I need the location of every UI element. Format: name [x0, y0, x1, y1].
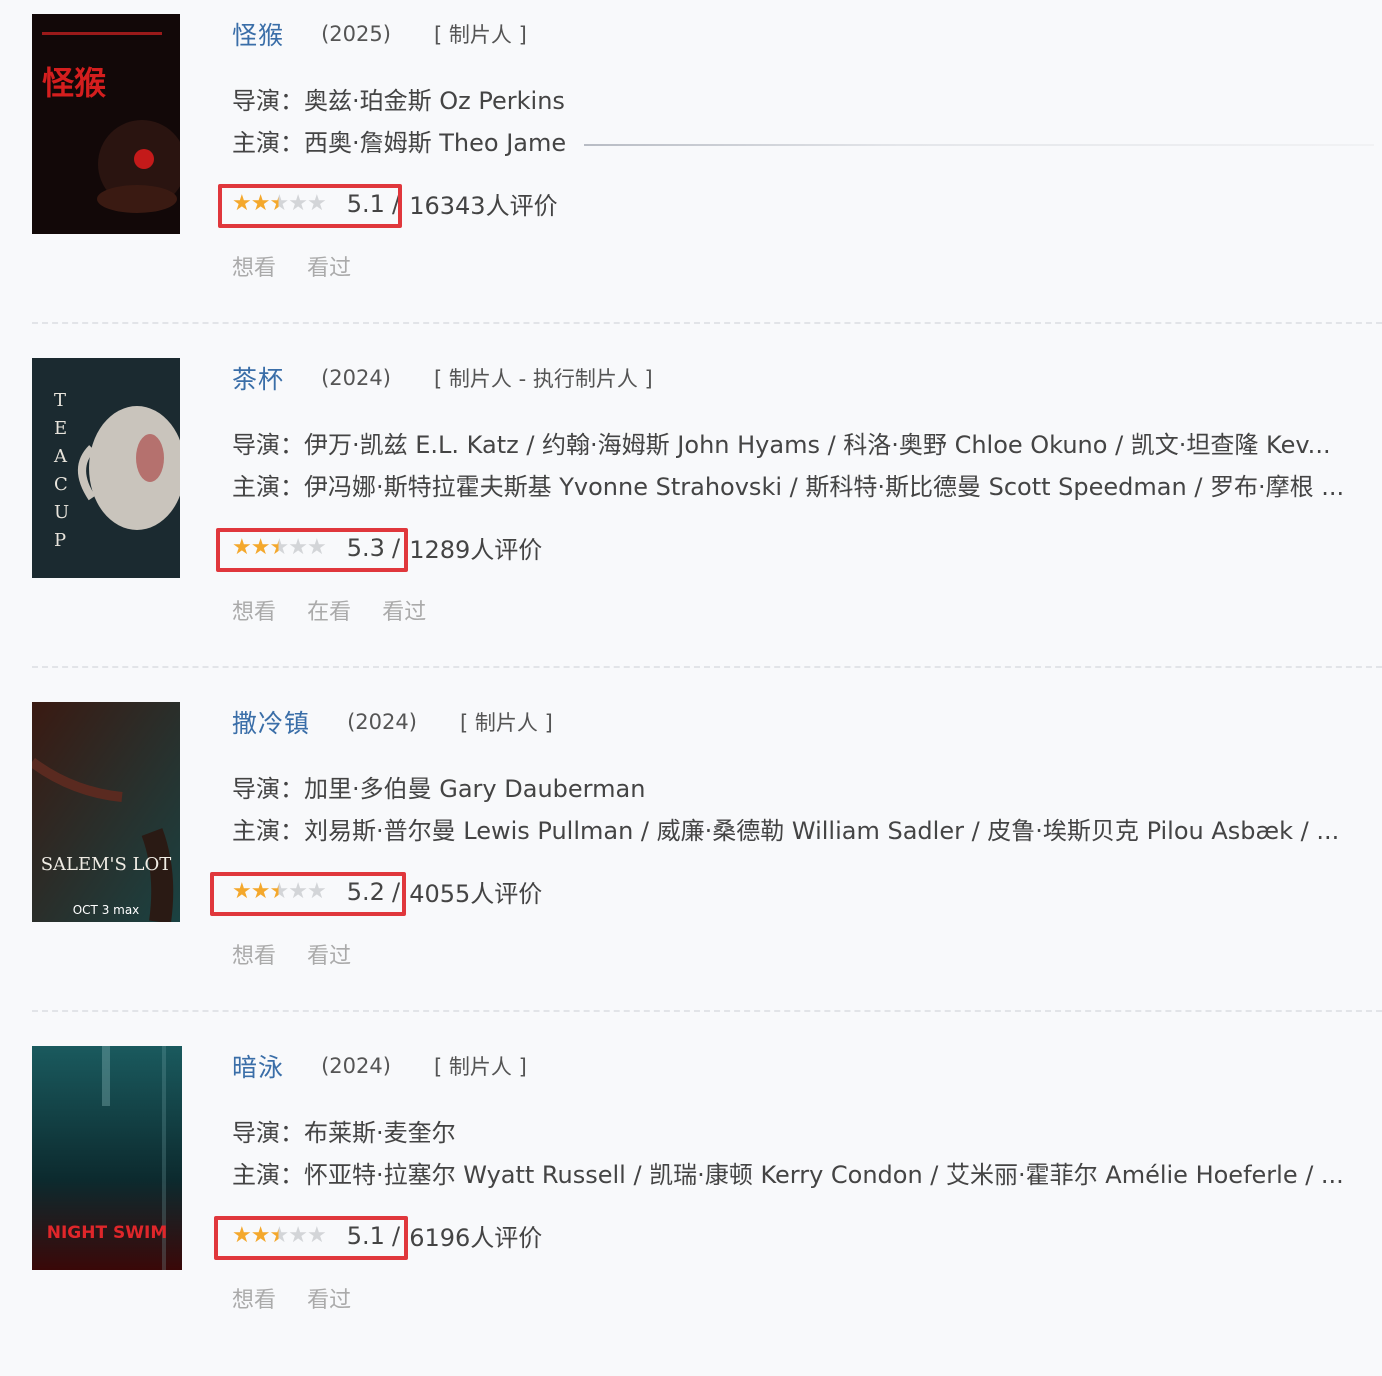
- cast-value: 刘易斯·普尔曼 Lewis Pullman / 威廉·桑德勒 William S…: [304, 817, 1340, 845]
- highlight-box: [216, 528, 408, 572]
- movie-title-link[interactable]: 怪猴: [232, 21, 284, 50]
- cast-line: 主演：西奥·詹姆斯 Theo Jame: [232, 126, 592, 160]
- movie-year: (2024): [347, 710, 417, 734]
- rating-count: 6196人评价: [409, 1224, 543, 1252]
- cast-value: 怀亚特·拉塞尔 Wyatt Russell / 凯瑞·康顿 Kerry Cond…: [304, 1161, 1344, 1189]
- cast-value: 西奥·詹姆斯 Theo Jame: [304, 129, 567, 157]
- watched-link[interactable]: 看过: [307, 1288, 351, 1313]
- highlight-box: [210, 872, 406, 916]
- movie-item: T E A C U P 茶杯 (2024) [ 制片人 - 执行制片人 ] 导演…: [0, 344, 1382, 688]
- movie-role: [ 制片人 ]: [434, 1055, 527, 1079]
- svg-text:U: U: [54, 502, 69, 523]
- poster-title-text: 怪猴: [42, 64, 106, 102]
- want-to-watch-link[interactable]: 想看: [232, 944, 276, 969]
- director-label: 导演：: [232, 775, 304, 803]
- movie-item: NIGHT SWIM 暗泳 (2024) [ 制片人 ] 导演：布莱斯·麦奎尔 …: [0, 1032, 1382, 1376]
- action-links: 想看 看过: [232, 1282, 377, 1314]
- movie-title-link[interactable]: 暗泳: [232, 1053, 284, 1082]
- movie-item: SALEM'S LOT OCT 3 max 撒冷镇 (2024) [ 制片人 ]…: [0, 688, 1382, 1032]
- faded-divider: [584, 144, 1374, 146]
- rating-count: 4055人评价: [409, 880, 543, 908]
- directors-line: 导演：布莱斯·麦奎尔: [232, 1116, 1374, 1150]
- action-links: 想看 看过: [232, 250, 377, 282]
- directors-line: 导演：奥兹·珀金斯 Oz Perkins: [232, 84, 1374, 118]
- svg-text:E: E: [54, 418, 67, 439]
- svg-text:P: P: [54, 530, 66, 551]
- directors-value: 布莱斯·麦奎尔: [304, 1119, 456, 1147]
- svg-text:A: A: [53, 446, 68, 467]
- item-divider: [32, 322, 1382, 324]
- svg-text:T: T: [54, 390, 66, 411]
- movie-title-link[interactable]: 茶杯: [232, 365, 284, 394]
- poster-title-text: NIGHT SWIM: [47, 1223, 168, 1243]
- cast-label: 主演：: [232, 129, 304, 157]
- watching-link[interactable]: 在看: [307, 600, 351, 625]
- cast-line: 主演：怀亚特·拉塞尔 Wyatt Russell / 凯瑞·康顿 Kerry C…: [232, 1158, 1374, 1192]
- watched-link[interactable]: 看过: [307, 256, 351, 281]
- directors-value: 奥兹·珀金斯 Oz Perkins: [304, 87, 565, 115]
- item-divider: [32, 666, 1382, 668]
- cast-label: 主演：: [232, 1161, 304, 1189]
- cast-line: 主演：刘易斯·普尔曼 Lewis Pullman / 威廉·桑德勒 Willia…: [232, 814, 1374, 848]
- movie-poster[interactable]: T E A C U P: [32, 358, 180, 578]
- cast-label: 主演：: [232, 817, 304, 845]
- movie-poster[interactable]: NIGHT SWIM: [32, 1046, 182, 1270]
- cast-value: 伊冯娜·斯特拉霍夫斯基 Yvonne Strahovski / 斯科特·斯比德曼…: [304, 473, 1345, 501]
- directors-value: 伊万·凯兹 E.L. Katz / 约翰·海姆斯 John Hyams / 科洛…: [304, 431, 1331, 459]
- item-divider: [32, 1010, 1382, 1012]
- director-label: 导演：: [232, 87, 304, 115]
- movie-role: [ 制片人 - 执行制片人 ]: [434, 367, 653, 391]
- watched-link[interactable]: 看过: [382, 600, 426, 625]
- movie-year: (2024): [321, 1054, 391, 1078]
- action-links: 想看 在看 看过: [232, 594, 452, 626]
- director-label: 导演：: [232, 1119, 304, 1147]
- rating-count: 1289人评价: [409, 536, 543, 564]
- movie-poster[interactable]: SALEM'S LOT OCT 3 max: [32, 702, 180, 922]
- svg-text:C: C: [54, 474, 68, 495]
- movie-year: (2025): [321, 22, 391, 46]
- want-to-watch-link[interactable]: 想看: [232, 1288, 276, 1313]
- poster-title-text: SALEM'S LOT: [41, 854, 172, 875]
- directors-line: 导演：加里·多伯曼 Gary Dauberman: [232, 772, 1374, 806]
- want-to-watch-link[interactable]: 想看: [232, 600, 276, 625]
- movie-year: (2024): [321, 366, 391, 390]
- director-label: 导演：: [232, 431, 304, 459]
- movie-poster[interactable]: 怪猴: [32, 14, 180, 234]
- movie-role: [ 制片人 ]: [460, 711, 553, 735]
- cast-label: 主演：: [232, 473, 304, 501]
- highlight-box: [218, 184, 402, 228]
- rating-count: 16343人评价: [409, 192, 558, 220]
- movie-item: 怪猴 怪猴 (2025) [ 制片人 ] 导演：奥兹·珀金斯 Oz Perkin…: [0, 0, 1382, 344]
- movie-title-link[interactable]: 撒冷镇: [232, 709, 310, 738]
- movie-role: [ 制片人 ]: [434, 23, 527, 47]
- directors-line: 导演：伊万·凯兹 E.L. Katz / 约翰·海姆斯 John Hyams /…: [232, 428, 1374, 462]
- svg-text:OCT 3 max: OCT 3 max: [73, 903, 140, 917]
- action-links: 想看 看过: [232, 938, 377, 970]
- cast-line: 主演：伊冯娜·斯特拉霍夫斯基 Yvonne Strahovski / 斯科特·斯…: [232, 470, 1374, 504]
- directors-value: 加里·多伯曼 Gary Dauberman: [304, 775, 646, 803]
- watched-link[interactable]: 看过: [307, 944, 351, 969]
- highlight-box: [214, 1216, 408, 1260]
- want-to-watch-link[interactable]: 想看: [232, 256, 276, 281]
